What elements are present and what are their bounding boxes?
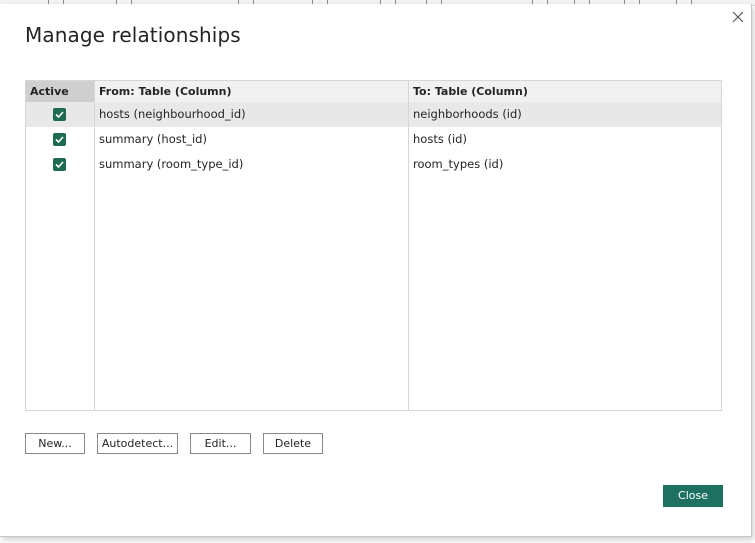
delete-button[interactable]: Delete <box>263 433 323 454</box>
active-checkbox[interactable] <box>53 158 66 171</box>
new-button[interactable]: New... <box>25 433 85 454</box>
checkmark-icon <box>55 161 64 169</box>
from-cell: hosts (neighbourhood_id) <box>99 107 246 121</box>
checkmark-icon <box>55 136 64 144</box>
relationships-table: Active From: Table (Column) To: Table (C… <box>25 80 722 411</box>
table-row[interactable]: summary (host_id) hosts (id) <box>26 127 721 152</box>
column-header-from[interactable]: From: Table (Column) <box>99 81 232 102</box>
close-icon[interactable] <box>729 8 747 26</box>
dialog-title: Manage relationships <box>25 23 241 47</box>
active-checkbox[interactable] <box>53 108 66 121</box>
from-cell: summary (room_type_id) <box>99 157 244 171</box>
from-cell: summary (host_id) <box>99 132 207 146</box>
autodetect-button[interactable]: Autodetect... <box>97 433 178 454</box>
table-row[interactable]: summary (room_type_id) room_types (id) <box>26 152 721 177</box>
to-cell: room_types (id) <box>413 157 504 171</box>
column-divider <box>94 81 95 410</box>
column-divider <box>408 81 409 410</box>
to-cell: neighborhoods (id) <box>413 107 522 121</box>
active-checkbox[interactable] <box>53 133 66 146</box>
edit-button[interactable]: Edit... <box>190 433 251 454</box>
to-cell: hosts (id) <box>413 132 467 146</box>
close-button[interactable]: Close <box>663 485 723 507</box>
checkmark-icon <box>55 111 64 119</box>
table-header: Active From: Table (Column) To: Table (C… <box>26 81 721 103</box>
column-header-to[interactable]: To: Table (Column) <box>413 81 528 102</box>
manage-relationships-dialog: Manage relationships Active From: Table … <box>0 4 752 537</box>
table-row[interactable]: hosts (neighbourhood_id) neighborhoods (… <box>26 102 721 127</box>
column-header-active[interactable]: Active <box>26 81 94 102</box>
